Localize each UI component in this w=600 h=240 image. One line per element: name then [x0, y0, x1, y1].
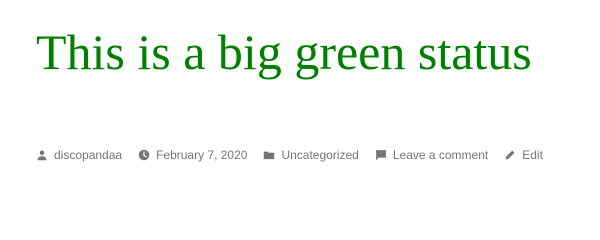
- comment-icon: [375, 149, 387, 161]
- edit-link[interactable]: Edit: [522, 148, 543, 162]
- category-link[interactable]: Uncategorized: [281, 148, 358, 162]
- status-title: This is a big green status: [36, 24, 532, 80]
- folder-icon: [263, 149, 275, 161]
- meta-date: February 7, 2020: [138, 148, 247, 162]
- meta-author: discopandaa: [36, 148, 122, 162]
- clock-icon: [138, 149, 150, 161]
- date-link[interactable]: February 7, 2020: [156, 148, 247, 162]
- meta-comment: Leave a comment: [375, 148, 488, 162]
- post-page: This is a big green status discopandaa F…: [0, 0, 600, 200]
- entry-meta: discopandaa February 7, 2020 Uncategoriz…: [36, 145, 543, 165]
- meta-edit: Edit: [504, 148, 543, 162]
- person-icon: [36, 149, 48, 161]
- author-link[interactable]: discopandaa: [54, 148, 122, 162]
- pencil-icon: [504, 149, 516, 161]
- meta-category: Uncategorized: [263, 148, 359, 162]
- leave-comment-link[interactable]: Leave a comment: [393, 148, 488, 162]
